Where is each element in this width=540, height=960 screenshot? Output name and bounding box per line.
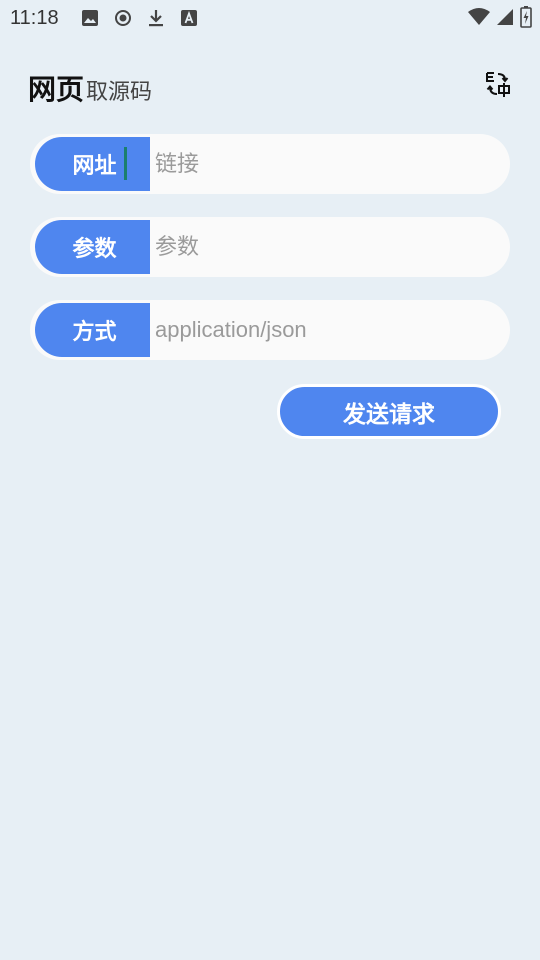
method-label: 方式 [35, 303, 150, 357]
params-field: 参数 [30, 217, 510, 277]
url-input[interactable] [155, 134, 505, 194]
send-request-button[interactable]: 发送请求 [277, 384, 501, 439]
page-title-main: 网页 [28, 73, 85, 106]
params-input[interactable] [155, 217, 505, 277]
url-field: 网址 [30, 134, 510, 194]
params-label: 参数 [35, 220, 150, 274]
status-bar: 11:18 [0, 0, 540, 36]
image-icon [80, 8, 100, 28]
signal-icon [496, 8, 514, 26]
app-screen: 11:18 网页 取源码 网址 链接 参数 参数 方式 application/… [0, 0, 540, 960]
method-field: 方式 [30, 300, 510, 360]
page-title: 网页 取源码 [28, 68, 152, 108]
translate-button[interactable] [482, 70, 514, 102]
status-notification-icons [80, 8, 212, 28]
wifi-icon [468, 8, 490, 26]
record-icon [113, 8, 133, 28]
page-title-sub: 取源码 [86, 80, 153, 105]
font-icon [179, 8, 199, 28]
download-icon [146, 8, 166, 28]
status-time: 11:18 [10, 7, 59, 29]
text-cursor [124, 147, 127, 180]
status-system-icons [462, 6, 532, 28]
translate-icon [484, 70, 512, 102]
battery-icon [520, 6, 532, 28]
url-label: 网址 [35, 137, 150, 191]
method-input[interactable] [155, 300, 505, 360]
